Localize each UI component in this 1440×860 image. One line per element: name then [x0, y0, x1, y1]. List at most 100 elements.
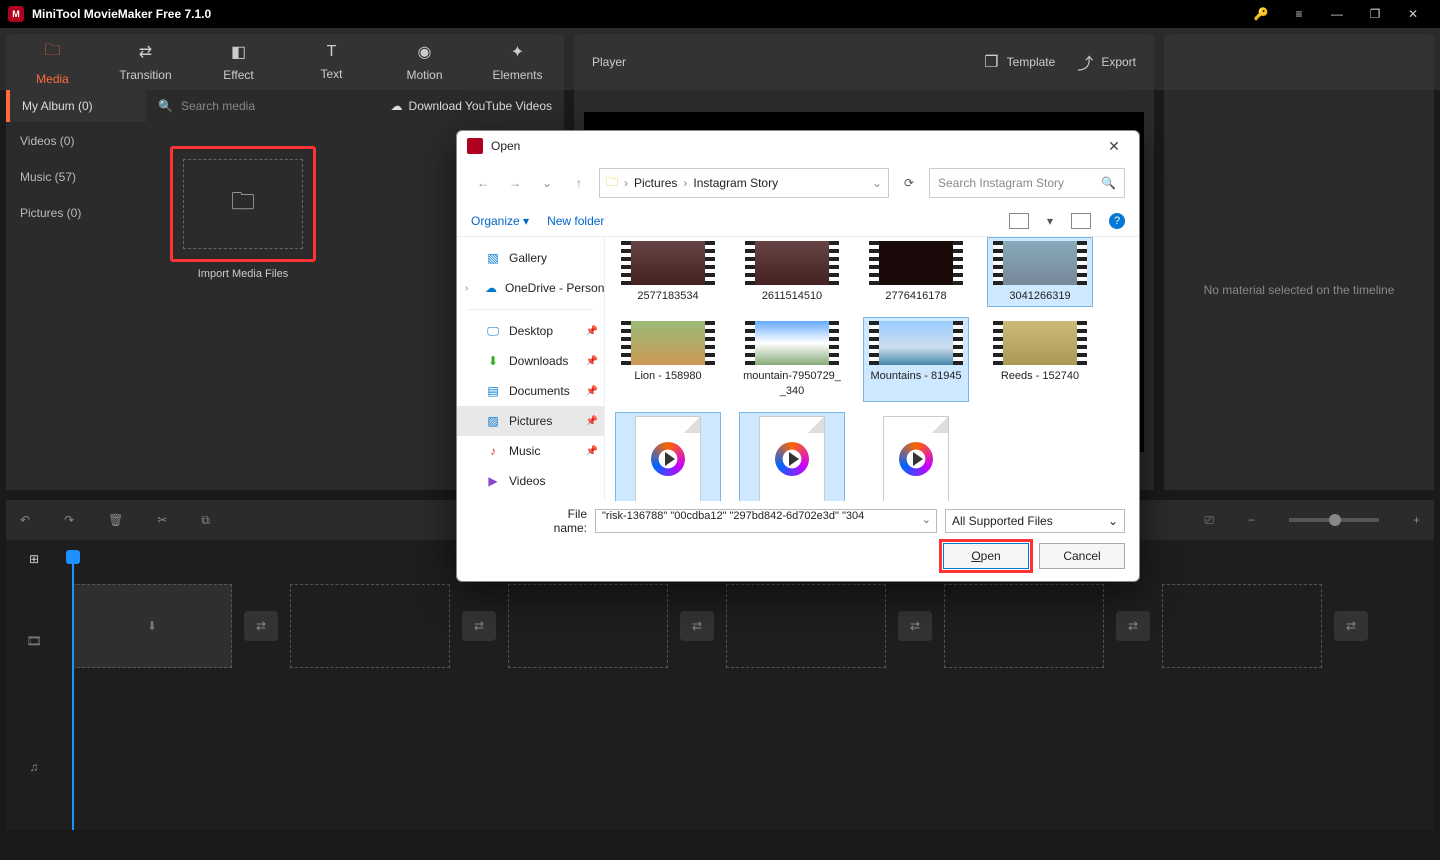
file-name-input[interactable]: "risk-136788" "00cdba12" "297bd842-6d702… [595, 509, 937, 533]
delete-button[interactable]: 🗑 [108, 513, 123, 527]
clip-slot[interactable] [726, 584, 886, 668]
motion-icon: ◉ [418, 42, 432, 62]
view-mode-button[interactable] [1009, 213, 1029, 229]
transition-slot[interactable]: ⇄ [1116, 611, 1150, 641]
tree-videos[interactable]: ▶Videos [457, 466, 604, 496]
transition-slot[interactable]: ⇄ [898, 611, 932, 641]
file-item[interactable]: Reeds - 152740 [987, 317, 1093, 402]
zoom-slider[interactable] [1289, 518, 1379, 522]
nav-back-button[interactable]: ← [471, 176, 495, 190]
zoom-out-button[interactable]: − [1248, 513, 1255, 527]
transition-slot[interactable]: ⇄ [462, 611, 496, 641]
playhead[interactable] [72, 562, 74, 830]
tab-effect[interactable]: ◧Effect [192, 34, 285, 90]
dialog-title: Open [491, 139, 520, 153]
zoom-in-button[interactable]: + [1413, 513, 1420, 527]
download-youtube-button[interactable]: ☁Download YouTube Videos [379, 99, 564, 113]
tab-media[interactable]: 🗀Media [6, 34, 99, 90]
tree-documents[interactable]: ▤Documents📌 [457, 376, 604, 406]
file-list[interactable]: 2577183534 2611514510 2776416178 3041266… [605, 237, 1139, 501]
transition-slot[interactable]: ⇄ [1334, 611, 1368, 641]
properties-panel: No material selected on the timeline [1164, 90, 1434, 490]
minimize-button[interactable]: — [1318, 0, 1356, 28]
dialog-search-input[interactable]: Search Instagram Story 🔍 [929, 168, 1125, 198]
folder-icon: 🗀 [231, 184, 255, 225]
tree-downloads[interactable]: ⬇Downloads📌 [457, 346, 604, 376]
search-media-input[interactable]: 🔍Search media [146, 99, 379, 113]
nav-up-button[interactable]: ↑ [567, 176, 591, 190]
file-item[interactable]: Lion - 158980 [615, 317, 721, 402]
properties-panel-header [1164, 34, 1434, 90]
elements-icon: ✦ [511, 42, 524, 62]
menu-icon[interactable]: ≡ [1280, 0, 1318, 28]
split-button[interactable]: ✂ [157, 513, 167, 527]
organize-button[interactable]: Organize ▾ [471, 214, 529, 228]
tab-motion[interactable]: ◉Motion [378, 34, 471, 90]
album-tab[interactable]: My Album (0) [10, 90, 146, 122]
tree-desktop[interactable]: 🖵Desktop📌 [457, 316, 604, 346]
open-dialog: Open ✕ ← → ⌄ ↑ 🗀 › Pictures › Instagram … [456, 130, 1140, 582]
file-item[interactable]: titanium-170190 [863, 412, 969, 501]
tree-onedrive[interactable]: ›☁OneDrive - Personal [457, 273, 604, 303]
import-media-highlight: 🗀 [170, 146, 316, 262]
file-item[interactable]: 2577183534 [615, 237, 721, 307]
transition-icon: ⇄ [139, 42, 152, 62]
clip-slot[interactable] [290, 584, 450, 668]
video-track[interactable]: ⬇ ⇄ ⇄ ⇄ ⇄ ⇄ ⇄ [62, 578, 1434, 674]
crop-button[interactable]: ⧉ [201, 513, 210, 528]
file-item[interactable]: 3041266319 [987, 237, 1093, 307]
folder-tree[interactable]: ▧Gallery ›☁OneDrive - Personal 🖵Desktop📌… [457, 237, 605, 501]
file-item[interactable]: risk-136788 [739, 412, 845, 501]
tree-gallery[interactable]: ▧Gallery [457, 243, 604, 273]
tab-text[interactable]: TText [285, 34, 378, 90]
redo-button[interactable]: ↷ [64, 513, 74, 527]
import-media-button[interactable]: 🗀 [183, 159, 303, 249]
audio-track[interactable] [62, 674, 1434, 770]
cat-music[interactable]: Music (57) [20, 170, 132, 184]
chevron-down-icon[interactable]: ▾ [1047, 214, 1053, 228]
clip-slot[interactable]: ⬇ [72, 584, 232, 668]
folder-icon: 🗀 [44, 39, 60, 66]
key-icon[interactable]: 🔑 [1242, 0, 1280, 28]
refresh-button[interactable]: ⟳ [897, 176, 921, 190]
audio-icon[interactable]: ⎚ [1204, 513, 1214, 528]
pictures-icon: ▨ [485, 414, 501, 428]
gallery-icon: ▧ [485, 251, 501, 265]
nav-forward-button[interactable]: → [503, 176, 527, 190]
preview-pane-button[interactable] [1071, 213, 1091, 229]
file-item[interactable]: 2776416178 [863, 237, 969, 307]
transition-slot[interactable]: ⇄ [680, 611, 714, 641]
open-button[interactable]: Open [943, 543, 1029, 569]
cat-pictures[interactable]: Pictures (0) [20, 206, 132, 220]
help-icon[interactable]: ? [1109, 213, 1125, 229]
undo-button[interactable]: ↶ [20, 513, 30, 527]
close-button[interactable]: ✕ [1394, 0, 1432, 28]
tab-transition[interactable]: ⇄Transition [99, 34, 192, 90]
folder-icon: 🗀 [606, 173, 618, 194]
clip-slot[interactable] [944, 584, 1104, 668]
template-button[interactable]: ❒Template [984, 50, 1055, 74]
nav-recent-button[interactable]: ⌄ [535, 176, 559, 190]
transition-slot[interactable]: ⇄ [244, 611, 278, 641]
add-track-button[interactable]: ⊞ [6, 540, 62, 578]
tab-elements[interactable]: ✦Elements [471, 34, 564, 90]
export-button[interactable]: ⤴Export [1077, 50, 1136, 74]
file-name-label: File name: [531, 507, 587, 535]
file-item[interactable]: 2611514510 [739, 237, 845, 307]
tree-pictures[interactable]: ▨Pictures📌 [457, 406, 604, 436]
cat-videos[interactable]: Videos (0) [20, 134, 132, 148]
file-item[interactable]: Mountains - 81945 [863, 317, 969, 402]
audio-track-icon: ♫ [6, 704, 62, 830]
clip-slot[interactable] [508, 584, 668, 668]
file-type-filter[interactable]: All Supported Files⌄ [945, 509, 1125, 533]
tree-music[interactable]: ♪Music📌 [457, 436, 604, 466]
maximize-button[interactable]: ❐ [1356, 0, 1394, 28]
new-folder-button[interactable]: New folder [547, 214, 604, 228]
file-item[interactable]: relaxing-145038 [615, 412, 721, 501]
dialog-close-button[interactable]: ✕ [1099, 138, 1129, 155]
breadcrumb[interactable]: 🗀 › Pictures › Instagram Story ⌄ [599, 168, 889, 198]
cancel-button[interactable]: Cancel [1039, 543, 1125, 569]
chevron-down-icon[interactable]: ⌄ [872, 176, 882, 190]
clip-slot[interactable] [1162, 584, 1322, 668]
file-item[interactable]: mountain-7950729__340 [739, 317, 845, 402]
